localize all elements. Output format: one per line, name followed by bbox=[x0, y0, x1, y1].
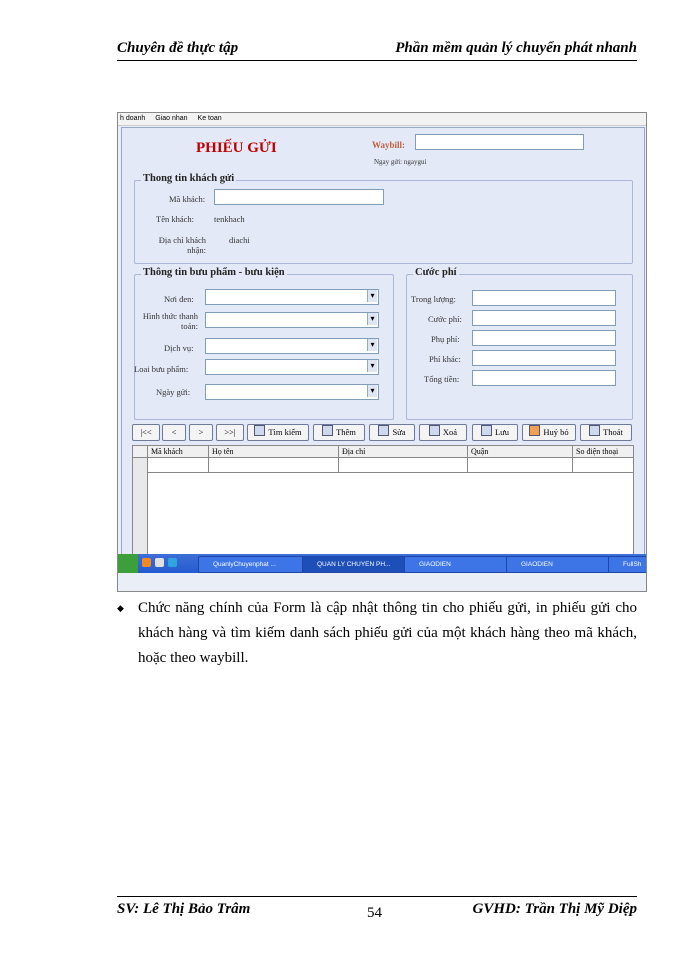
cuoc-phi-label: Cước phí: bbox=[428, 314, 462, 324]
grid-divider bbox=[208, 458, 209, 472]
waybill-input[interactable] bbox=[415, 134, 584, 150]
ma-khach-input[interactable] bbox=[214, 189, 384, 205]
form-title: PHIẾU GỬI bbox=[196, 140, 277, 156]
edit-button[interactable]: Sửa bbox=[369, 424, 415, 441]
dich-vu-label: Dịch vụ: bbox=[164, 343, 194, 353]
start-button[interactable] bbox=[118, 554, 138, 573]
waybill-label: Waybill: bbox=[372, 140, 406, 150]
grid-header-cell[interactable]: Mã khách bbox=[147, 446, 209, 457]
app-screenshot: h doanh Giao nhan Ke toan PHIẾU GỬI Wayb… bbox=[117, 112, 647, 592]
cancel-button-label: Huỷ bỏ bbox=[543, 427, 569, 437]
grid-header-cell[interactable]: Họ tên bbox=[208, 446, 339, 457]
add-button[interactable]: Thêm bbox=[313, 424, 365, 441]
hinh-thuc-select[interactable] bbox=[205, 312, 379, 328]
parcel-group-title: Thông tin bưu phẩm - bưu kiện bbox=[141, 267, 287, 278]
grid-divider bbox=[572, 458, 573, 472]
add-icon bbox=[322, 425, 334, 436]
taskbar-item[interactable]: FullSh bbox=[608, 556, 646, 573]
add-button-label: Thêm bbox=[336, 427, 356, 437]
cancel-icon bbox=[529, 425, 541, 436]
ten-khach-value: tenkhach bbox=[214, 214, 245, 224]
taskbar-item[interactable]: QUAN LY CHUYEN PH... bbox=[302, 556, 410, 573]
data-grid[interactable]: Mã khách Họ tên Địa chỉ Quận So điện tho… bbox=[132, 445, 634, 555]
page-number: 54 bbox=[367, 905, 382, 921]
ma-khach-label: Mã khách: bbox=[169, 194, 206, 204]
trong-luong-input[interactable] bbox=[472, 290, 616, 306]
first-button[interactable]: |<< bbox=[132, 424, 160, 441]
ten-khach-label: Tên khách: bbox=[156, 214, 194, 224]
taskbar-item[interactable]: GIAODIEN bbox=[506, 556, 614, 573]
customer-group-title: Thong tin khách gửi bbox=[141, 173, 237, 184]
noi-den-label: Nơi đen: bbox=[164, 294, 194, 304]
menu-item[interactable]: h doanh bbox=[120, 115, 145, 122]
edit-icon bbox=[378, 425, 390, 436]
noi-den-select[interactable] bbox=[205, 289, 379, 305]
last-button[interactable]: >>| bbox=[216, 424, 244, 441]
grid-divider bbox=[338, 458, 339, 472]
exit-button-label: Thoát bbox=[603, 427, 623, 437]
delete-button[interactable]: Xoá bbox=[419, 424, 467, 441]
prev-button[interactable]: < bbox=[162, 424, 186, 441]
save-button-label: Lưu bbox=[494, 427, 510, 437]
body-paragraph: ◆ Chức năng chính của Form là cập nhật t… bbox=[117, 596, 637, 671]
edit-button-label: Sửa bbox=[392, 427, 406, 437]
quicklaunch-icon[interactable] bbox=[168, 558, 177, 567]
grid-header-cell[interactable]: Địa chỉ bbox=[338, 446, 468, 457]
grid-divider bbox=[467, 458, 468, 472]
ngay-gui-label: Ngay gửi: ngaygui bbox=[374, 158, 427, 166]
search-button[interactable]: Tìm kiếm bbox=[247, 424, 309, 441]
header-left: Chuyên đề thực tập bbox=[117, 40, 239, 56]
delete-icon bbox=[428, 425, 440, 436]
dia-chi-value: diachi bbox=[229, 235, 250, 245]
footer-left: SV: Lê Thị Bảo Trâm bbox=[117, 901, 251, 917]
fee-group-title: Cước phí bbox=[413, 267, 459, 278]
delete-button-label: Xoá bbox=[442, 427, 458, 437]
dia-chi-label: Địa chỉ khách nhận: bbox=[158, 235, 206, 255]
menu-item[interactable]: Giao nhan bbox=[155, 115, 187, 122]
save-button[interactable]: Lưu bbox=[472, 424, 518, 441]
save-icon bbox=[480, 425, 492, 436]
menu-bar: h doanh Giao nhan Ke toan bbox=[118, 113, 646, 126]
windows-taskbar: QuanlyChuyenphat ... QUAN LY CHUYEN PH..… bbox=[118, 554, 646, 573]
phu-phi-input[interactable] bbox=[472, 330, 616, 346]
ngay-gui-field-label: Ngày gửi: bbox=[156, 387, 191, 397]
phieu-gui-form: PHIẾU GỬI Waybill: Ngay gửi: ngaygui Tho… bbox=[121, 127, 645, 557]
bullet-icon: ◆ bbox=[117, 603, 124, 613]
header-right: Phần mềm quản lý chuyển phát nhanh bbox=[395, 40, 637, 56]
dich-vu-select[interactable] bbox=[205, 338, 379, 354]
search-icon bbox=[254, 425, 266, 436]
exit-button[interactable]: Thoát bbox=[580, 424, 632, 441]
loai-buu-pham-select[interactable] bbox=[205, 359, 379, 375]
cancel-button[interactable]: Huỷ bỏ bbox=[522, 424, 576, 441]
grid-header-row: Mã khách Họ tên Địa chỉ Quận So điện tho… bbox=[133, 446, 633, 458]
phi-khac-label: Phí khác: bbox=[429, 354, 461, 364]
menu-item[interactable]: Ke toan bbox=[198, 115, 222, 122]
exit-icon bbox=[589, 425, 601, 436]
phi-khac-input[interactable] bbox=[472, 350, 616, 366]
grid-header-cell[interactable]: Quận bbox=[467, 446, 573, 457]
trong-luong-label: Trong lượng: bbox=[411, 294, 456, 304]
table-row[interactable] bbox=[147, 458, 633, 473]
quicklaunch-icon[interactable] bbox=[155, 558, 164, 567]
page-footer: SV: Lê Thị Bảo Trâm 54 GVHD: Trần Thị Mỹ… bbox=[117, 896, 637, 921]
grid-header-cell[interactable]: So điện thoại bbox=[572, 446, 634, 457]
footer-right: GVHD: Trần Thị Mỹ Diệp bbox=[472, 901, 637, 917]
hinh-thuc-label: Hình thức thanh toán: bbox=[142, 311, 198, 331]
taskbar-item[interactable]: QuanlyChuyenphat ... bbox=[198, 556, 306, 573]
body-text: Chức năng chính của Form là cập nhật thô… bbox=[138, 600, 637, 666]
quicklaunch-icon[interactable] bbox=[142, 558, 151, 567]
ngay-gui-picker[interactable] bbox=[205, 384, 379, 400]
tong-tien-label: Tổng tiền: bbox=[424, 374, 460, 384]
next-button[interactable]: > bbox=[189, 424, 213, 441]
search-button-label: Tìm kiếm bbox=[268, 427, 302, 437]
page-header: Chuyên đề thực tập Phần mềm quản lý chuy… bbox=[117, 40, 637, 61]
cuoc-phi-input[interactable] bbox=[472, 310, 616, 326]
phu-phi-label: Phụ phí: bbox=[431, 334, 460, 344]
tong-tien-input[interactable] bbox=[472, 370, 616, 386]
row-selector-column bbox=[133, 446, 148, 554]
taskbar-item[interactable]: GIAODIEN bbox=[404, 556, 512, 573]
loai-buu-pham-label: Loai bưu phẩm: bbox=[134, 364, 189, 374]
